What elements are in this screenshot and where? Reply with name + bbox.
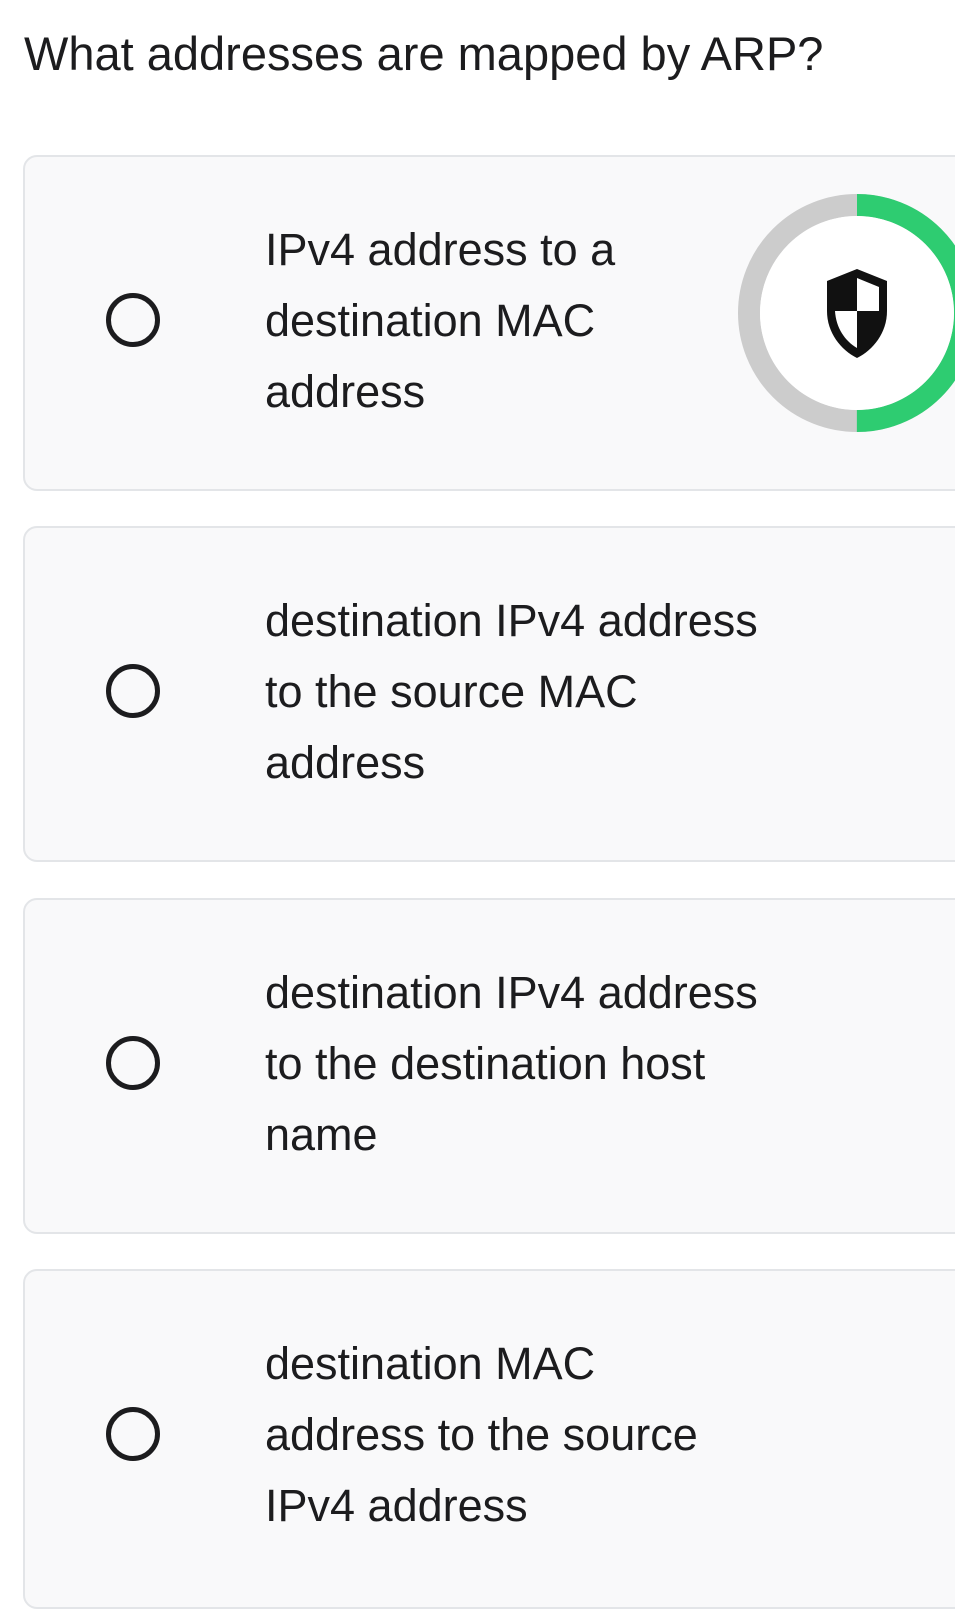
answer-option-1[interactable]: IPv4 address to a destination MAC addres… bbox=[23, 155, 955, 491]
option-label: destination MAC address to the source IP… bbox=[265, 1338, 698, 1531]
radio-button[interactable] bbox=[106, 293, 160, 347]
answer-option-4[interactable]: destination MAC address to the source IP… bbox=[23, 1269, 955, 1609]
option-label: IPv4 address to a destination MAC addres… bbox=[265, 224, 616, 417]
option-label: destination IPv4 address to the source M… bbox=[265, 595, 758, 788]
radio-button[interactable] bbox=[106, 1036, 160, 1090]
progress-ring bbox=[737, 193, 955, 433]
answer-option-2[interactable]: destination IPv4 address to the source M… bbox=[23, 526, 955, 862]
answer-option-3[interactable]: destination IPv4 address to the destinat… bbox=[23, 898, 955, 1234]
radio-button[interactable] bbox=[106, 664, 160, 718]
radio-button[interactable] bbox=[106, 1407, 160, 1461]
question-title: What addresses are mapped by ARP? bbox=[24, 27, 824, 80]
option-label: destination IPv4 address to the destinat… bbox=[265, 967, 758, 1160]
